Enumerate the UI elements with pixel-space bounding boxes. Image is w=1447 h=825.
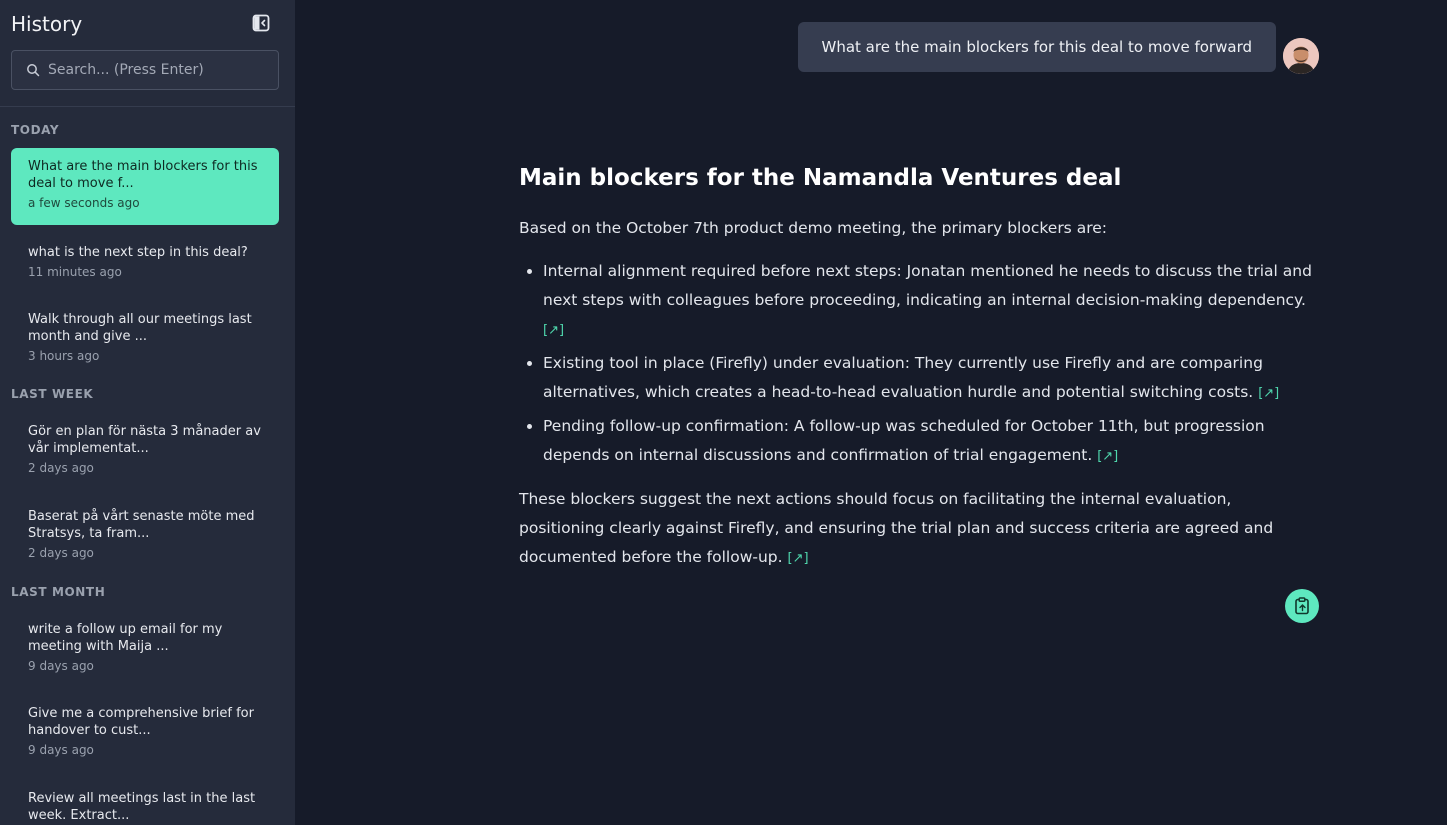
history-item-time: 2 days ago xyxy=(28,546,94,560)
history-item[interactable]: Give me a comprehensive brief for handov… xyxy=(11,695,279,759)
assistant-answer: Main blockers for the Namandla Ventures … xyxy=(519,162,1319,573)
answer-outro: These blockers suggest the next actions … xyxy=(519,485,1319,573)
group-label-today: TODAY xyxy=(11,123,60,137)
user-avatar xyxy=(1283,38,1319,74)
answer-intro: Based on the October 7th product demo me… xyxy=(519,219,1107,237)
history-item-question: Review all meetings last in the last wee… xyxy=(28,791,256,823)
history-item-time: 2 days ago xyxy=(28,461,94,475)
search-input[interactable] xyxy=(48,62,278,78)
blocker-text: Existing tool in place (Firefly) under e… xyxy=(543,354,1263,401)
history-item-question: what is the next step in this deal? xyxy=(28,245,248,260)
copy-answer-button[interactable] xyxy=(1285,589,1319,623)
source-link[interactable]: [↗] xyxy=(543,323,564,338)
history-item[interactable]: Baserat på vårt senaste möte med Stratsy… xyxy=(11,498,279,562)
blocker-item: Internal alignment required before next … xyxy=(543,257,1319,345)
source-link[interactable]: [↗] xyxy=(788,551,809,566)
history-item-time: 9 days ago xyxy=(28,659,94,673)
blocker-item: Pending follow-up confirmation: A follow… xyxy=(543,412,1319,471)
search-icon xyxy=(27,64,40,77)
chat-panel: What are the main blockers for this deal… xyxy=(295,0,1447,825)
avatar-portrait-icon xyxy=(1283,38,1319,74)
history-item-time: 9 days ago xyxy=(28,743,94,757)
history-item-question: Baserat på vårt senaste möte med Stratsy… xyxy=(28,509,255,541)
history-sidebar: History TODAY What are the main blockers… xyxy=(0,0,295,825)
group-label-last-month: LAST MONTH xyxy=(11,585,106,599)
history-item-time: a few seconds ago xyxy=(28,196,140,210)
history-item[interactable]: Review all meetings last in the last wee… xyxy=(11,780,279,824)
history-item-time: 11 minutes ago xyxy=(28,265,122,279)
history-item-question: write a follow up email for my meeting w… xyxy=(28,622,223,654)
sidebar-collapse-button[interactable] xyxy=(252,14,270,32)
history-item-time: 3 hours ago xyxy=(28,349,100,363)
blocker-text: Internal alignment required before next … xyxy=(543,262,1312,309)
blockers-list: Internal alignment required before next … xyxy=(519,257,1319,471)
history-item[interactable]: what is the next step in this deal? 11 m… xyxy=(11,234,279,281)
history-item-question: Give me a comprehensive brief for handov… xyxy=(28,706,254,738)
source-link[interactable]: [↗] xyxy=(1258,386,1279,401)
history-item[interactable]: Gör en plan för nästa 3 månader av vår i… xyxy=(11,413,279,477)
sidebar-divider xyxy=(0,106,295,107)
history-item-active[interactable]: What are the main blockers for this deal… xyxy=(11,148,279,225)
history-item-question: Walk through all our meetings last month… xyxy=(28,312,252,344)
blocker-item: Existing tool in place (Firefly) under e… xyxy=(543,349,1319,408)
history-item-question: What are the main blockers for this deal… xyxy=(28,159,258,191)
clipboard-copy-icon xyxy=(1295,597,1309,615)
history-item[interactable]: write a follow up email for my meeting w… xyxy=(11,611,279,675)
history-item-question: Gör en plan för nästa 3 månader av vår i… xyxy=(28,424,261,456)
group-label-last-week: LAST WEEK xyxy=(11,387,94,401)
sidebar-header: History xyxy=(11,11,271,37)
search-box[interactable] xyxy=(11,50,279,90)
blocker-text: Pending follow-up confirmation: A follow… xyxy=(543,417,1265,464)
outro-text: These blockers suggest the next actions … xyxy=(519,490,1274,566)
source-link[interactable]: [↗] xyxy=(1097,449,1118,464)
answer-heading: Main blockers for the Namandla Ventures … xyxy=(519,165,1122,191)
sidebar-title: History xyxy=(11,12,83,36)
sidebar-collapse-icon xyxy=(252,14,270,32)
history-item[interactable]: Walk through all our meetings last month… xyxy=(11,301,279,365)
user-message-bubble: What are the main blockers for this deal… xyxy=(797,22,1276,72)
